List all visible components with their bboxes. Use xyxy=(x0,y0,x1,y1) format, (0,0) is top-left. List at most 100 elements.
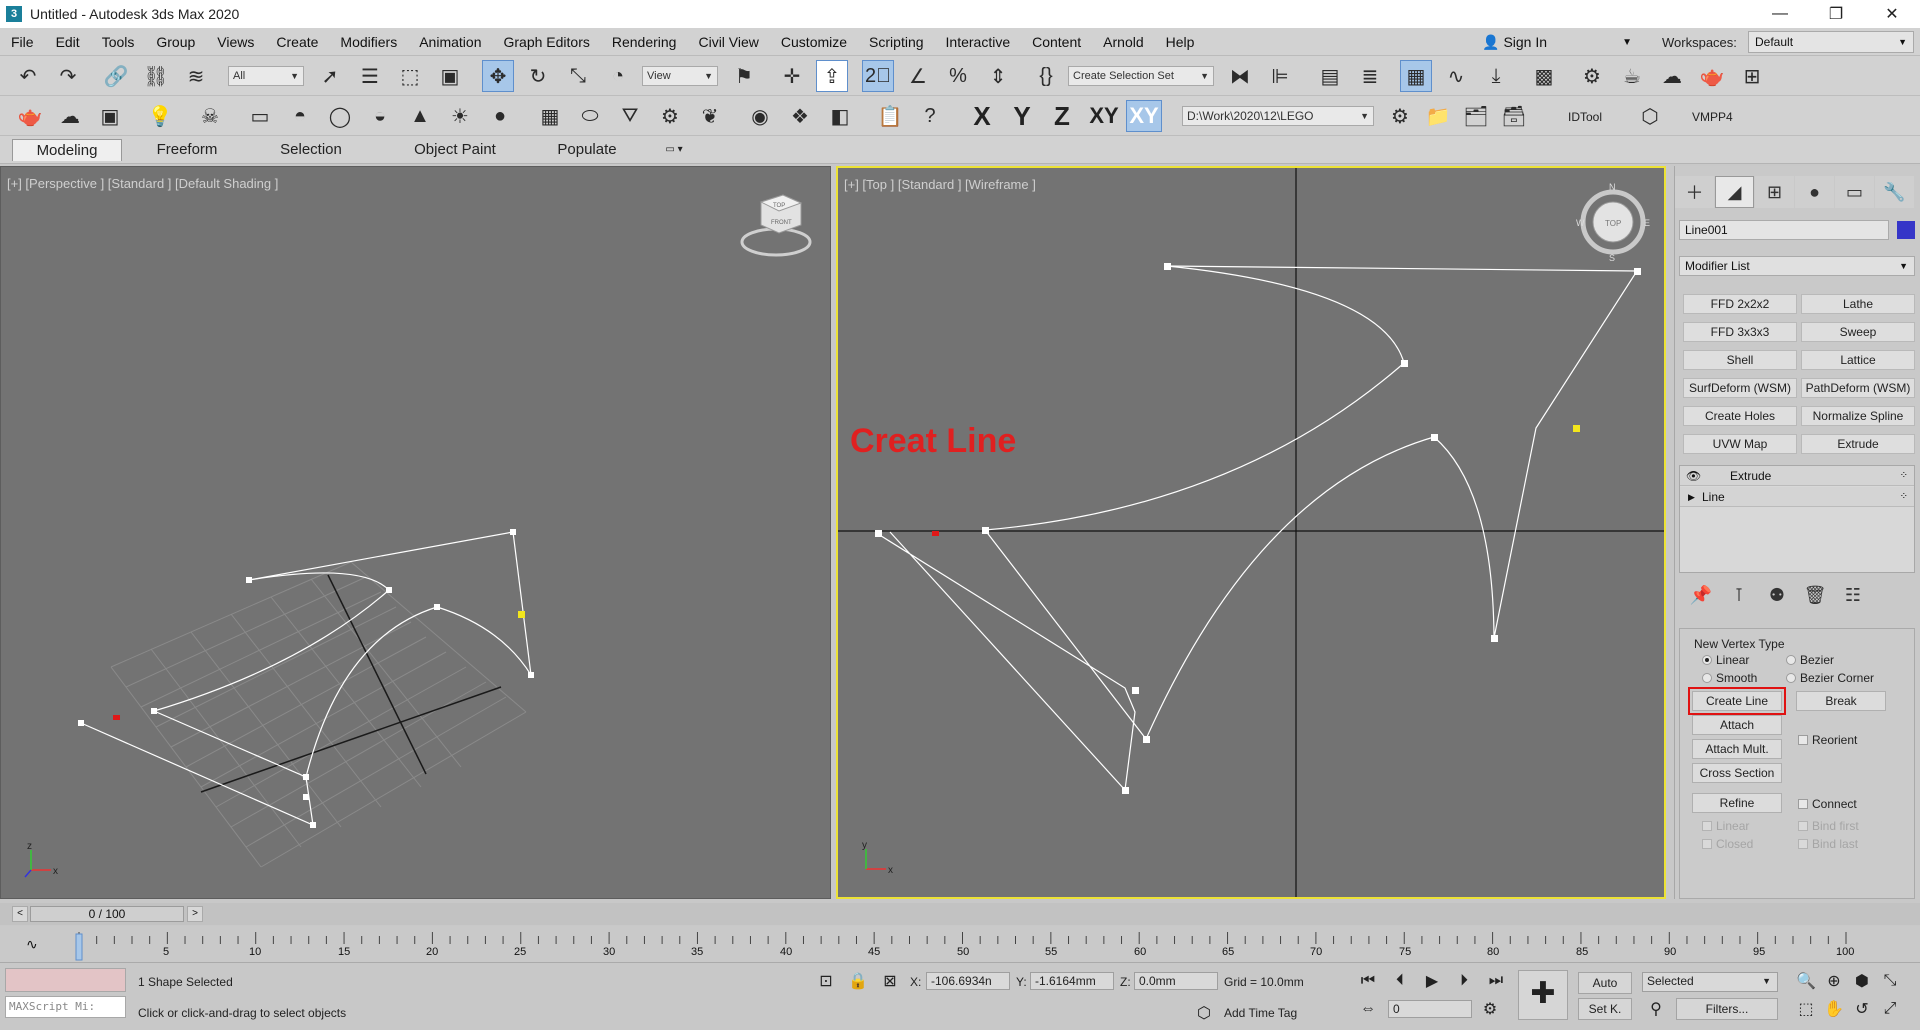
time-tag-icon[interactable]: ⬡ xyxy=(1192,1002,1216,1024)
align-icon[interactable]: ⊫ xyxy=(1264,60,1296,92)
menu-content[interactable]: Content xyxy=(1021,28,1092,56)
select-scale-icon[interactable]: ⤡ xyxy=(562,60,594,92)
stack-item-extrude[interactable]: 👁 Extrude ⁘ xyxy=(1680,466,1914,486)
grid-array-icon[interactable]: ▦ xyxy=(534,100,566,132)
auto-key-button[interactable]: Auto xyxy=(1578,972,1632,994)
rectangular-selection-icon[interactable]: ⬚ xyxy=(394,60,426,92)
attach-button[interactable]: Attach xyxy=(1692,715,1782,735)
edit-named-selection-icon[interactable]: {} xyxy=(1030,60,1062,92)
go-to-end-icon[interactable]: ⏭ xyxy=(1484,970,1508,992)
maximize-viewport-icon[interactable]: ⤢ xyxy=(1878,998,1902,1020)
set-key-button[interactable]: Set K. xyxy=(1578,998,1632,1020)
render-frame-icon[interactable]: ▣ xyxy=(94,100,126,132)
stack-item-line[interactable]: ▶ Line ⁘ xyxy=(1680,487,1914,507)
attach-mult-button[interactable]: Attach Mult. xyxy=(1692,739,1782,759)
pan-view-icon[interactable]: ✋ xyxy=(1822,998,1846,1020)
modifier-list-select[interactable]: Modifier List ▼ xyxy=(1679,256,1915,276)
window-crossing-icon[interactable]: ▣ xyxy=(434,60,466,92)
bezier-corner-radio[interactable] xyxy=(1786,673,1796,683)
menu-civil-view[interactable]: Civil View xyxy=(687,28,769,56)
configure-sets-icon[interactable]: ☷ xyxy=(1837,582,1869,608)
spinner-snap-icon[interactable]: ⇕ xyxy=(982,60,1014,92)
zoom-icon[interactable]: 🔍 xyxy=(1794,970,1818,992)
folder-export-icon[interactable]: 🗃 xyxy=(1498,100,1530,132)
reorient-checkbox[interactable] xyxy=(1798,735,1808,745)
teapot-icon[interactable]: 🫖 xyxy=(14,100,46,132)
go-to-start-icon[interactable]: ⏮ xyxy=(1356,970,1380,992)
vmpp4-label[interactable]: VMPP4 xyxy=(1692,110,1733,124)
axis-z-button[interactable]: Z xyxy=(1046,100,1078,132)
skeleton-icon[interactable]: ☠ xyxy=(194,100,226,132)
ribbon-options-icon[interactable]: ▭ ▾ xyxy=(656,139,692,161)
menu-file[interactable]: File xyxy=(0,28,45,56)
menu-edit[interactable]: Edit xyxy=(45,28,91,56)
link-icon[interactable]: 🔗 xyxy=(100,60,132,92)
absolute-mode-icon[interactable]: ⊠ xyxy=(878,970,902,992)
render-production-icon[interactable]: ☁ xyxy=(1656,60,1688,92)
hierarchy-tab-icon[interactable]: ⊞ xyxy=(1755,176,1794,208)
show-end-result-icon[interactable]: ⊺ xyxy=(1723,582,1755,608)
maxscript-mini-listener[interactable]: MAXScript Mi: xyxy=(5,996,126,1018)
ffd-3x3x3-button[interactable]: FFD 3x3x3 xyxy=(1683,322,1797,342)
bind-first-checkbox[interactable] xyxy=(1798,821,1808,831)
select-object-icon[interactable]: ➚ xyxy=(314,60,346,92)
next-frame-icon[interactable]: ⏵ xyxy=(1452,970,1476,992)
close-button[interactable]: ✕ xyxy=(1864,0,1920,28)
zoom-extents-all-icon[interactable]: ⤡ xyxy=(1878,970,1902,992)
key-mode-icon[interactable]: ⇔ xyxy=(1356,998,1380,1020)
select-move-icon[interactable]: ✥ xyxy=(482,60,514,92)
menu-arnold[interactable]: Arnold xyxy=(1092,28,1154,56)
sweep-button[interactable]: Sweep xyxy=(1801,322,1915,342)
bezier-radio[interactable] xyxy=(1786,655,1796,665)
project-folder-select[interactable]: D:\Work\2020\12\LEGO ▼ xyxy=(1182,106,1374,126)
schematic-view-icon[interactable]: ⤓ xyxy=(1480,60,1512,92)
gear-icon[interactable]: ⚙ xyxy=(654,100,686,132)
bind-last-checkbox[interactable] xyxy=(1798,839,1808,849)
menu-interactive[interactable]: Interactive xyxy=(935,28,1022,56)
keyboard-shortcut-override-icon[interactable]: ⇪ xyxy=(816,60,848,92)
menu-views[interactable]: Views xyxy=(206,28,265,56)
menu-modifiers[interactable]: Modifiers xyxy=(329,28,408,56)
object-name-field[interactable]: Line001 xyxy=(1679,220,1889,240)
reference-coordinate-select[interactable]: View ▼ xyxy=(642,66,718,86)
axis-x-button[interactable]: X xyxy=(966,100,998,132)
render-icon[interactable]: ◧ xyxy=(824,100,856,132)
time-config-icon[interactable]: ⚙ xyxy=(1478,998,1502,1020)
menu-tools[interactable]: Tools xyxy=(91,28,146,56)
hexagon-icon[interactable]: ⬡ xyxy=(1634,100,1666,132)
cone-icon[interactable]: ▲ xyxy=(404,100,436,132)
pin-stack-icon[interactable]: 📌 xyxy=(1685,582,1717,608)
torus-icon[interactable]: ◯ xyxy=(324,100,356,132)
expand-arrow-icon[interactable]: ▶ xyxy=(1688,487,1695,507)
material-balls-icon[interactable]: ❖ xyxy=(784,100,816,132)
view-cube[interactable]: TOP FRONT xyxy=(740,194,812,257)
linear-radio[interactable] xyxy=(1702,655,1712,665)
capsule-icon[interactable]: ⬭ xyxy=(574,100,606,132)
hemisphere-icon[interactable]: ◓ xyxy=(284,100,316,132)
light-bulb-icon[interactable]: 💡 xyxy=(144,100,176,132)
percent-snap-icon[interactable]: % xyxy=(942,60,974,92)
surfdeform-button[interactable]: SurfDeform (WSM) xyxy=(1683,378,1797,398)
layer-explorer-icon[interactable]: ≣ xyxy=(1354,60,1386,92)
lattice-button[interactable]: Lattice xyxy=(1801,350,1915,370)
uvw-map-button[interactable]: UVW Map xyxy=(1683,434,1797,454)
toggle-ribbon-icon[interactable]: ▦ xyxy=(1400,60,1432,92)
maxscript-listener-output[interactable] xyxy=(5,968,126,992)
select-by-name-icon[interactable]: ☰ xyxy=(354,60,386,92)
material-editor-icon[interactable]: ▩ xyxy=(1528,60,1560,92)
remove-modifier-icon[interactable]: 🗑 xyxy=(1799,582,1831,608)
snaps-toggle-icon[interactable]: 2⃝ xyxy=(862,60,894,92)
menu-create[interactable]: Create xyxy=(265,28,329,56)
menu-customize[interactable]: Customize xyxy=(770,28,858,56)
menu-scripting[interactable]: Scripting xyxy=(858,28,934,56)
scene-explorer-icon[interactable]: ▤ xyxy=(1314,60,1346,92)
plant-icon[interactable]: ❦ xyxy=(694,100,726,132)
tab-populate[interactable]: Populate xyxy=(530,139,644,161)
workspaces-select[interactable]: Default ▼ xyxy=(1748,31,1914,53)
curve-editor-icon[interactable]: ∿ xyxy=(1440,60,1472,92)
named-selection-set-select[interactable]: Create Selection Set ▼ xyxy=(1068,66,1214,86)
pyramid-icon[interactable]: ⛛ xyxy=(614,100,646,132)
isolate-selection-icon[interactable]: ⊡ xyxy=(814,970,838,992)
tab-object-paint[interactable]: Object Paint xyxy=(390,139,520,161)
previous-frame-icon[interactable]: ⏴ xyxy=(1388,970,1412,992)
